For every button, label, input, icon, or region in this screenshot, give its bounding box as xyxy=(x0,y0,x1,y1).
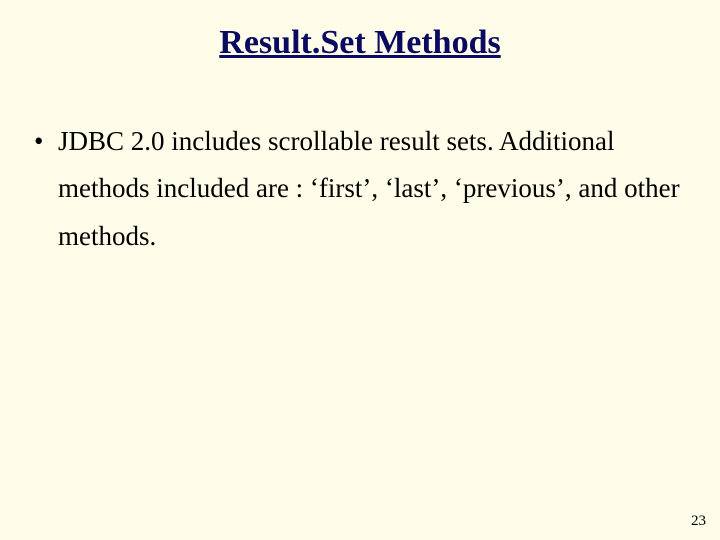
page-number: 23 xyxy=(691,513,706,530)
list-item: JDBC 2.0 includes scrollable result sets… xyxy=(30,118,690,260)
bullet-list: JDBC 2.0 includes scrollable result sets… xyxy=(30,118,690,260)
slide: Result.Set Methods JDBC 2.0 includes scr… xyxy=(0,0,720,540)
slide-title: Result.Set Methods xyxy=(0,24,720,62)
bullet-text: JDBC 2.0 includes scrollable result sets… xyxy=(58,126,680,251)
slide-body: JDBC 2.0 includes scrollable result sets… xyxy=(30,118,690,260)
